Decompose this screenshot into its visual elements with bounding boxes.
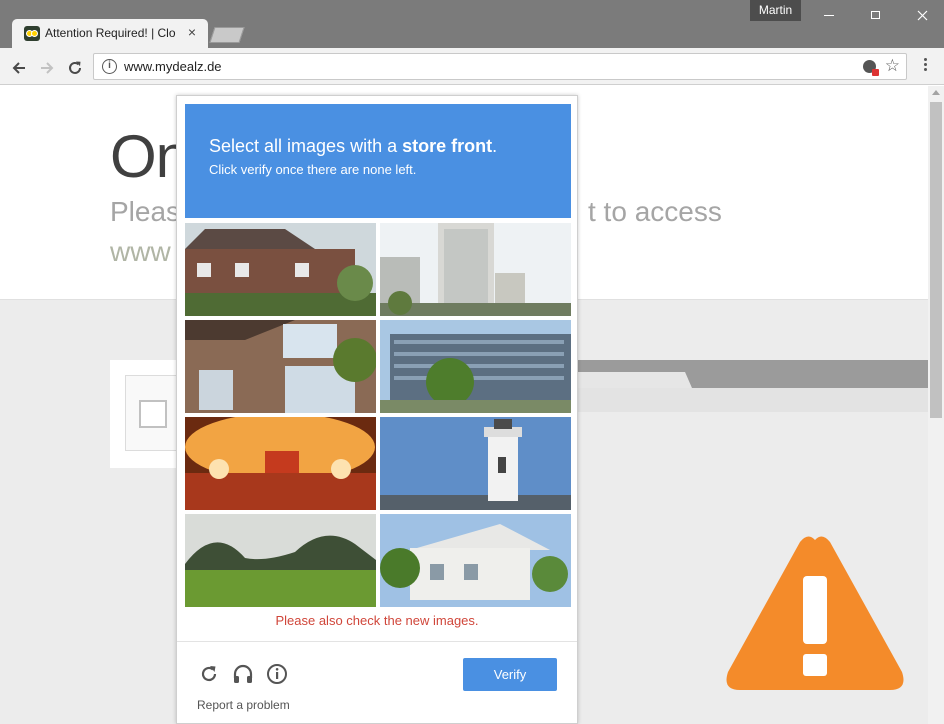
browser-titlebar: Attention Required! | Clo × Martin (0, 0, 944, 48)
prompt-prefix: Select all images with a (209, 136, 403, 156)
info-icon (267, 664, 287, 684)
image-grid (185, 223, 571, 609)
error-message: Please also check the new images. (275, 613, 479, 628)
forward-arrow-icon (41, 62, 54, 74)
prompt-suffix: . (492, 136, 498, 156)
forward-button[interactable] (34, 54, 60, 80)
scroll-up-arrow-icon[interactable] (932, 90, 940, 95)
reload-icon (69, 61, 81, 75)
tile-office-building[interactable] (380, 320, 571, 413)
recaptcha-anchor (125, 375, 179, 451)
maximize-button[interactable] (852, 0, 899, 30)
back-arrow-icon (12, 62, 25, 74)
tile-white-house[interactable] (380, 514, 571, 607)
tile-green-field-hills[interactable] (185, 514, 376, 607)
url-text[interactable]: www.mydealz.de (124, 59, 222, 74)
browser-toolbar: i www.mydealz.de ☆ (0, 48, 944, 85)
info-icon[interactable]: i (102, 59, 117, 74)
challenge-header: Select all images with a store front. Cl… (185, 104, 571, 218)
minimize-icon (823, 14, 834, 16)
tile-city-tower[interactable] (380, 223, 571, 316)
blocked-extension-icon[interactable] (863, 60, 879, 76)
challenge-prompt: Select all images with a store front. (209, 136, 497, 157)
tab-close-icon[interactable]: × (188, 24, 196, 40)
close-window-button[interactable] (899, 0, 944, 30)
menu-dots-icon[interactable] (920, 56, 930, 76)
close-icon (917, 10, 928, 20)
maximize-icon (871, 11, 880, 20)
challenge-instructions: Click verify once there are none left. (209, 162, 417, 177)
tile-brick-window-house[interactable] (185, 320, 376, 413)
tab-title: Attention Required! | Clo (45, 26, 176, 40)
help-button[interactable] (265, 662, 289, 686)
tile-brick-house[interactable] (185, 223, 376, 316)
recaptcha-checkbox[interactable] (139, 400, 167, 428)
warning-triangle-icon (726, 536, 904, 690)
headphones-icon (233, 664, 253, 683)
page-domain-text: www (110, 236, 171, 267)
reload-button[interactable] (62, 54, 88, 80)
recaptcha-anchor-card (110, 360, 179, 468)
reload-icon (201, 666, 217, 682)
new-challenge-button[interactable] (197, 662, 221, 686)
browser-tab[interactable]: Attention Required! | Clo × (12, 19, 208, 48)
page-gray-strip (576, 388, 928, 412)
page-scrollbar[interactable] (928, 86, 944, 724)
challenge-footer: Report a problem Verify (177, 641, 577, 724)
page-gray-band (576, 360, 928, 388)
minimize-button[interactable] (805, 0, 852, 30)
address-bar[interactable]: i www.mydealz.de ☆ (93, 53, 907, 80)
new-tab-button[interactable] (209, 27, 245, 43)
page-subtitle-left: Pleas (110, 196, 181, 227)
back-button[interactable] (6, 54, 32, 80)
scrollbar-thumb[interactable] (930, 102, 942, 418)
page-subtitle-right: t to access (588, 196, 722, 227)
tile-lighthouse[interactable] (380, 417, 571, 510)
report-problem-link[interactable]: Report a problem (197, 698, 290, 712)
recaptcha-challenge: Select all images with a store front. Cl… (176, 95, 578, 724)
prompt-target: store front (402, 136, 493, 156)
verify-button[interactable]: Verify (463, 658, 557, 691)
star-icon[interactable]: ☆ (885, 56, 900, 76)
tile-banquet-hall[interactable] (185, 417, 376, 510)
site-favicon-icon (24, 26, 40, 41)
profile-button[interactable]: Martin (750, 0, 801, 21)
audio-challenge-button[interactable] (231, 662, 255, 686)
